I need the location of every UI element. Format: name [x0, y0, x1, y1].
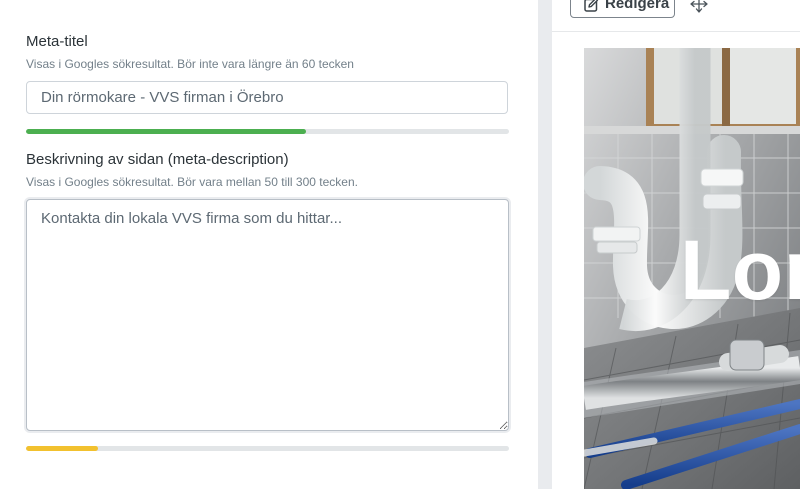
hero-preview: Lor	[584, 48, 800, 489]
preview-toolbar: Redigera	[552, 0, 800, 32]
meta-title-length-fill	[26, 129, 307, 134]
meta-description-textarea[interactable]	[26, 199, 509, 431]
meta-description-help-text: Visas i Googles sökresultat. Bör vara me…	[26, 175, 358, 189]
move-icon[interactable]	[689, 0, 709, 14]
seo-editor-page: Meta-titel Visas i Googles sökresultat. …	[0, 0, 800, 489]
edit-button-label: Redigera	[605, 0, 670, 12]
meta-title-label: Meta-titel	[26, 33, 88, 50]
meta-title-length-bar	[26, 129, 509, 134]
edit-button[interactable]: Redigera	[570, 0, 675, 18]
meta-title-help-text: Visas i Googles sökresultat. Bör inte va…	[26, 57, 354, 71]
panel-divider	[538, 0, 552, 489]
edit-icon	[584, 0, 599, 12]
meta-description-length-fill	[26, 446, 99, 451]
page-preview-panel: Redigera Lo	[552, 0, 800, 489]
meta-title-input[interactable]	[26, 81, 508, 114]
hero-heading-text: Lor	[680, 223, 800, 317]
seo-settings-panel: Meta-titel Visas i Googles sökresultat. …	[0, 0, 538, 489]
meta-description-label: Beskrivning av sidan (meta-description)	[26, 151, 289, 168]
meta-description-length-bar	[26, 446, 509, 451]
